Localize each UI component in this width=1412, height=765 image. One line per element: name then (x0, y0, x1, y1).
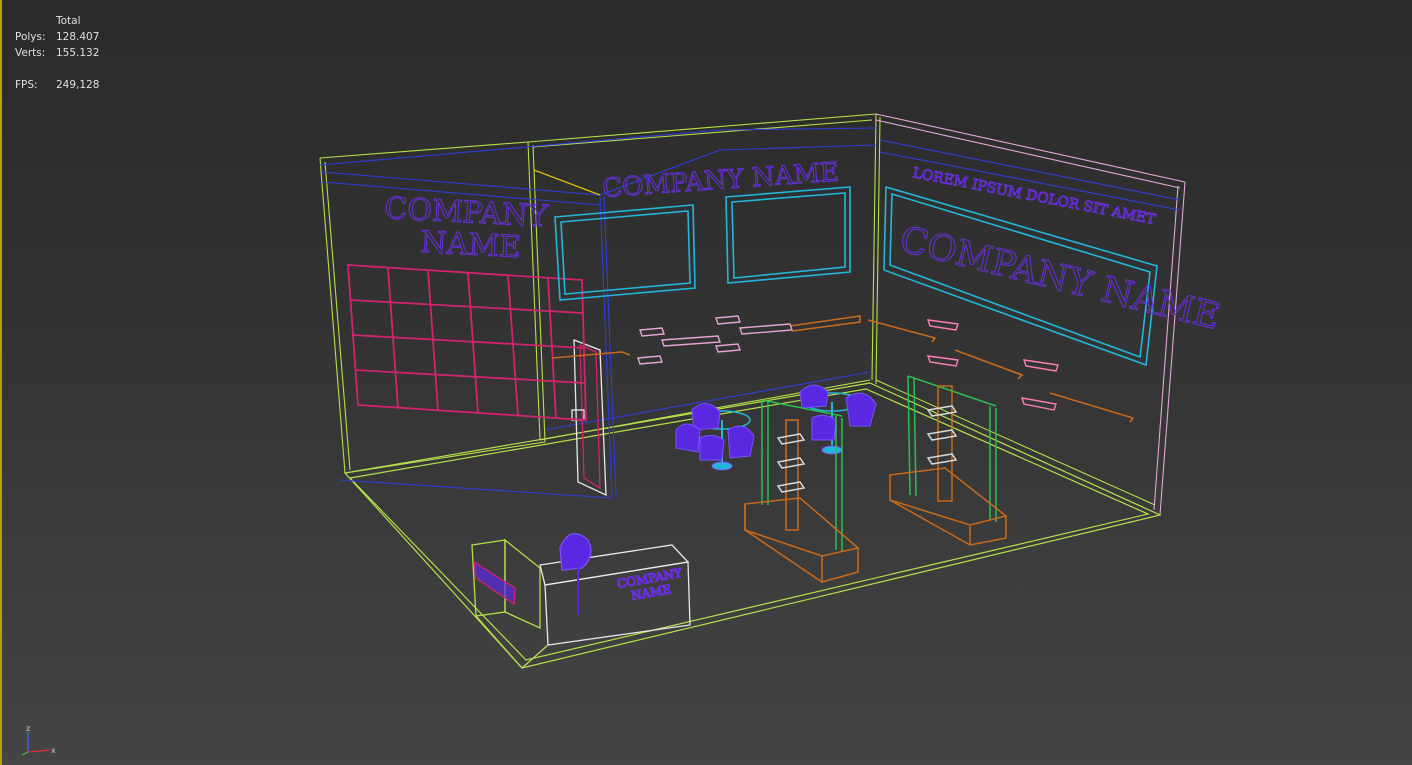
gizmo-z-label: z (26, 724, 30, 733)
display-boxes (637, 315, 1059, 411)
wireframe-scene[interactable]: COMPANY NAME COMPANY NAME LOREM IPSUM DO… (0, 0, 1412, 765)
back-wall-screens (554, 186, 851, 301)
grid-panel (347, 264, 587, 421)
perspective-viewport[interactable]: Total Polys: 128.407 Verts: 155.132 FPS: 24… (0, 0, 1412, 765)
gizmo-x-label: x (51, 746, 56, 755)
floor-wireframe (343, 382, 1162, 669)
furniture-set (675, 384, 877, 471)
wall-logos: COMPANY NAME COMPANY NAME LOREM IPSUM DO… (383, 157, 1225, 339)
left-wall-logo-line2: NAME (420, 225, 522, 265)
right-wall-logo: COMPANY NAME (896, 219, 1224, 338)
reception-counter: COMPANY NAME (471, 532, 691, 669)
axis-gizmo: z x (21, 724, 56, 756)
